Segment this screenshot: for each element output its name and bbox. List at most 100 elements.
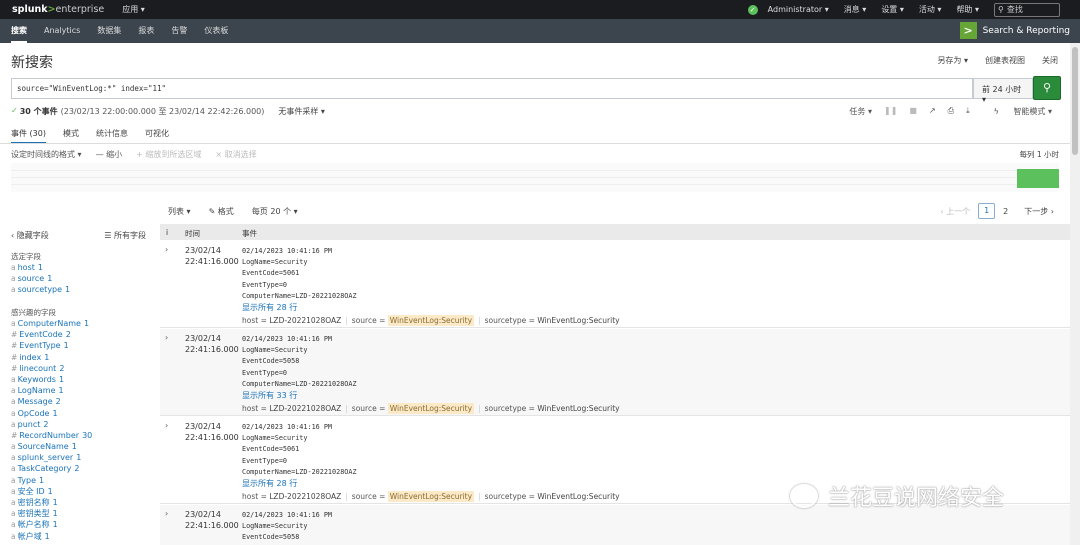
save-as-button[interactable]: 另存为 ▾ xyxy=(937,55,968,66)
create-table-view-button[interactable]: 创建表视图 xyxy=(985,55,1025,66)
health-status-icon[interactable]: ✓ xyxy=(747,4,758,15)
search-mode-dropdown[interactable]: ϟ 智能模式 ▾ xyxy=(982,106,1052,117)
page-1-button[interactable]: 1 xyxy=(978,203,996,219)
show-all-lines-link[interactable]: 显示所有 28 行 xyxy=(242,478,357,489)
field-item[interactable]: a ComputerName 1 xyxy=(11,318,92,329)
global-search-input[interactable]: ⚲ 查找 xyxy=(994,2,1060,17)
export-icon[interactable]: ⤓ xyxy=(966,106,970,117)
timeline-chart[interactable] xyxy=(11,163,1059,192)
event-date: 23/02/14 xyxy=(185,246,221,255)
pause-icon[interactable]: ❚❚ xyxy=(884,106,897,117)
field-item[interactable]: a sourcetype 1 xyxy=(11,284,70,295)
source-value[interactable]: WinEventLog:Security xyxy=(387,315,475,326)
app-bar: 搜索 Analytics 数据集 报表 告警 仪表板 > Search & Re… xyxy=(0,19,1080,43)
page-2-button[interactable]: 2 xyxy=(1003,207,1008,216)
field-item[interactable]: a SourceName 1 xyxy=(11,441,92,452)
close-button[interactable]: 关闭 xyxy=(1042,55,1058,66)
host-value[interactable]: LZD-20221028OAZ xyxy=(269,404,341,413)
show-all-lines-link[interactable]: 显示所有 28 行 xyxy=(242,302,357,313)
field-item[interactable]: a 密钥名称 1 xyxy=(11,497,92,508)
sourcetype-value[interactable]: WinEventLog:Security xyxy=(537,404,619,413)
list-view-dropdown[interactable]: 列表 ▾ xyxy=(168,206,191,217)
tab-search[interactable]: 搜索 xyxy=(11,19,27,43)
scrollbar-thumb[interactable] xyxy=(1072,47,1078,155)
field-item[interactable]: a TaskCategory 2 xyxy=(11,463,92,474)
tab-analytics[interactable]: Analytics xyxy=(44,19,80,43)
field-item[interactable]: a OpCode 1 xyxy=(11,408,92,419)
zoom-out-button[interactable]: — 缩小 xyxy=(96,149,123,160)
field-item[interactable]: a source 1 xyxy=(11,273,70,284)
timeline-format-dropdown[interactable]: 设定时间线的格式 ▾ xyxy=(11,149,82,160)
page-scrollbar[interactable] xyxy=(1070,43,1080,545)
expand-icon[interactable]: › xyxy=(165,421,168,430)
sourcetype-value[interactable]: WinEventLog:Security xyxy=(537,492,619,501)
field-item[interactable]: a 密钥类型 1 xyxy=(11,508,92,519)
per-page-dropdown[interactable]: 每页 20 个 ▾ xyxy=(252,206,298,217)
apps-menu[interactable]: 应用 ▾ xyxy=(122,4,145,15)
time-column-header[interactable]: 时间 xyxy=(185,228,200,239)
tab-dashboards[interactable]: 仪表板 xyxy=(204,19,228,43)
field-item[interactable]: a 帐户名称 1 xyxy=(11,519,92,530)
job-menu[interactable]: 任务 ▾ xyxy=(849,106,872,117)
field-item[interactable]: a Keywords 1 xyxy=(11,374,92,385)
tab-events[interactable]: 事件 (30) xyxy=(11,128,46,144)
sourcetype-value[interactable]: WinEventLog:Security xyxy=(537,316,619,325)
prev-page-button[interactable]: ‹ 上一个 xyxy=(940,206,970,217)
tab-statistics[interactable]: 统计信息 xyxy=(96,128,128,144)
field-item[interactable]: a 帐户域 1 xyxy=(11,531,92,542)
field-type: # xyxy=(11,352,18,362)
zoom-to-selection-button[interactable]: + 缩放到所选区域 xyxy=(136,149,201,160)
settings-menu[interactable]: 设置 ▾ xyxy=(881,4,904,15)
event-line: EventType=0 xyxy=(242,368,288,377)
field-item[interactable]: a splunk_server 1 xyxy=(11,452,92,463)
tab-datasets[interactable]: 数据集 xyxy=(97,19,121,43)
show-all-lines-link[interactable]: 显示所有 33 行 xyxy=(242,390,357,401)
deselect-button[interactable]: × 取消选择 xyxy=(215,149,256,160)
search-submit-button[interactable]: ⚲ xyxy=(1033,76,1061,100)
all-fields-button[interactable]: ☰ 所有字段 xyxy=(104,230,146,241)
next-page-button[interactable]: 下一步 › xyxy=(1024,206,1054,217)
hide-fields-button[interactable]: ‹ 隐藏字段 xyxy=(11,230,49,241)
field-item[interactable]: a 安全 ID 1 xyxy=(11,486,92,497)
event-raw: 02/14/2023 10:41:16 PM LogName=Security … xyxy=(242,422,357,489)
field-item[interactable]: a LogName 1 xyxy=(11,385,92,396)
field-item[interactable]: # EventCode 2 xyxy=(11,329,92,340)
app-brand[interactable]: > Search & Reporting xyxy=(959,22,1070,39)
share-icon[interactable]: ↗ xyxy=(929,106,936,117)
format-button[interactable]: ✎ 格式 xyxy=(209,206,234,217)
sampling-dropdown[interactable]: 无事件采样 ▾ xyxy=(278,106,325,117)
search-query-input[interactable]: source="WinEventLog:*" index="11" xyxy=(11,78,973,99)
field-item[interactable]: a Message 2 xyxy=(11,396,92,407)
field-item[interactable]: # EventType 1 xyxy=(11,340,92,351)
stop-icon[interactable]: ■ xyxy=(909,106,917,117)
tab-visualization[interactable]: 可视化 xyxy=(145,128,169,144)
expand-icon[interactable]: › xyxy=(165,509,168,518)
field-item[interactable]: a Type 1 xyxy=(11,475,92,486)
help-menu[interactable]: 帮助 ▾ xyxy=(956,4,979,15)
field-item[interactable]: # linecount 2 xyxy=(11,363,92,374)
print-icon[interactable]: ⎙ xyxy=(948,106,954,117)
expand-icon[interactable]: › xyxy=(165,245,168,254)
field-item[interactable]: # index 1 xyxy=(11,352,92,363)
field-item[interactable]: a host 1 xyxy=(11,262,70,273)
tab-patterns[interactable]: 模式 xyxy=(63,128,79,144)
tab-reports[interactable]: 报表 xyxy=(138,19,154,43)
event-time: 23/02/14 22:41:16.000 xyxy=(185,509,239,531)
timeline-bar[interactable] xyxy=(1017,169,1059,188)
time-range-picker[interactable]: 前 24 小时 ▾ xyxy=(973,78,1033,104)
activity-menu[interactable]: 活动 ▾ xyxy=(919,4,942,15)
expand-icon[interactable]: › xyxy=(165,333,168,342)
event-line: ComputerName=LZD-20221028OAZ xyxy=(242,467,357,476)
source-value[interactable]: WinEventLog:Security xyxy=(387,403,475,414)
source-value[interactable]: WinEventLog:Security xyxy=(387,491,475,502)
host-value[interactable]: LZD-20221028OAZ xyxy=(269,316,341,325)
event-line: ComputerName=LZD-20221028OAZ xyxy=(242,379,357,388)
splunk-logo[interactable]: splunk>enterprise xyxy=(12,4,104,15)
field-item[interactable]: # RecordNumber 30 xyxy=(11,430,92,441)
admin-menu[interactable]: Administrator ▾ xyxy=(768,5,829,14)
messages-menu[interactable]: 消息 ▾ xyxy=(844,4,867,15)
field-item[interactable]: a punct 2 xyxy=(11,419,92,430)
field-name: host xyxy=(17,263,35,272)
tab-alerts[interactable]: 告警 xyxy=(171,19,187,43)
host-value[interactable]: LZD-20221028OAZ xyxy=(269,492,341,501)
